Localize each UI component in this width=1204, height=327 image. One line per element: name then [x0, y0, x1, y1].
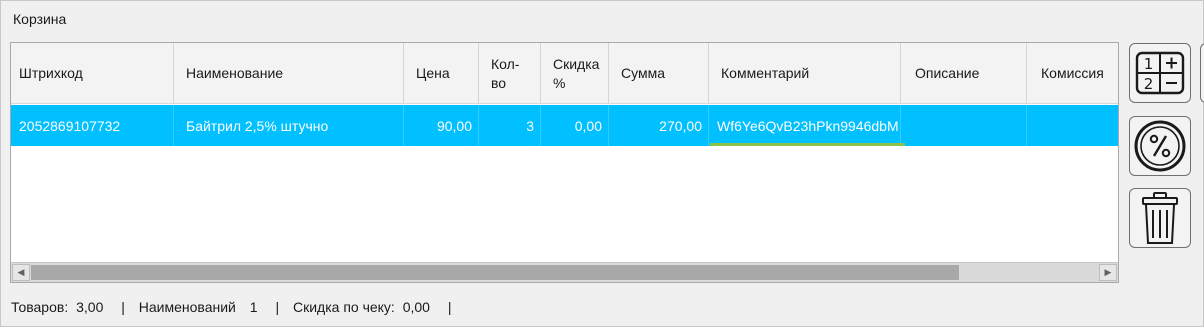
svg-text:1: 1 [1144, 55, 1154, 73]
table-header: Штрихкод Наименование Цена Кол- во Скидк… [11, 43, 1118, 104]
column-header-commission[interactable]: Комиссия [1027, 43, 1118, 104]
cell-sum: 270,00 [609, 105, 709, 146]
column-header-description[interactable]: Описание [901, 43, 1027, 104]
scroll-left-button[interactable]: ◀ [12, 264, 30, 281]
discount-value: 0,00 [402, 299, 430, 315]
column-header-name[interactable]: Наименование [174, 43, 404, 104]
column-header-discount[interactable]: Скидка % [541, 43, 609, 104]
names-label: Наименований [138, 299, 236, 315]
delete-button[interactable] [1129, 188, 1191, 248]
scroll-right-button[interactable]: ▶ [1099, 264, 1117, 281]
cell-name: Байтрил 2,5% штучно [174, 105, 404, 146]
calculator-button[interactable]: 1 2 [1129, 43, 1191, 103]
column-header-qty[interactable]: Кол- во [479, 43, 541, 104]
cell-price: 90,00 [404, 105, 479, 146]
status-separator: | [447, 299, 452, 315]
discount-button[interactable] [1129, 116, 1191, 176]
names-value: 1 [249, 299, 258, 315]
scroll-thumb[interactable] [31, 265, 959, 280]
status-separator: | [275, 299, 280, 315]
cell-comment[interactable]: Wf6Ye6QvB23hPkn9946dbM [709, 105, 901, 146]
cell-commission [1027, 105, 1118, 146]
status-separator: | [121, 299, 125, 315]
cart-panel: Корзина Штрихкод Наименование Цена Кол- … [0, 0, 1204, 327]
status-bar: Товаров: 3,00 | Наименований 1 | Скидка … [11, 299, 456, 315]
calculator-icon: 1 2 [1135, 51, 1185, 95]
column-header-comment[interactable]: Комментарий [709, 43, 901, 104]
cell-qty: 3 [479, 105, 541, 146]
column-header-price[interactable]: Цена [404, 43, 479, 104]
trash-icon [1142, 192, 1178, 244]
column-header-barcode[interactable]: Штрихкод [11, 43, 174, 104]
cell-description [901, 105, 1027, 146]
items-value: 3,00 [76, 299, 104, 315]
panel-title: Корзина [13, 11, 67, 27]
percent-icon [1134, 120, 1186, 172]
hidden-button-edge[interactable] [1200, 43, 1204, 103]
cart-table[interactable]: Штрихкод Наименование Цена Кол- во Скидк… [10, 42, 1119, 283]
horizontal-scrollbar[interactable]: ◀ ▶ [11, 262, 1118, 282]
table-row[interactable]: 2052869107732 Байтрил 2,5% штучно 90,00 … [11, 105, 1118, 146]
comment-edit-underline [710, 143, 905, 146]
cell-barcode: 2052869107732 [11, 105, 174, 146]
cell-discount: 0,00 [541, 105, 609, 146]
column-header-sum[interactable]: Сумма [609, 43, 709, 104]
svg-text:2: 2 [1144, 75, 1154, 93]
items-label: Товаров: [11, 299, 69, 315]
discount-label: Скидка по чеку: [292, 299, 395, 315]
